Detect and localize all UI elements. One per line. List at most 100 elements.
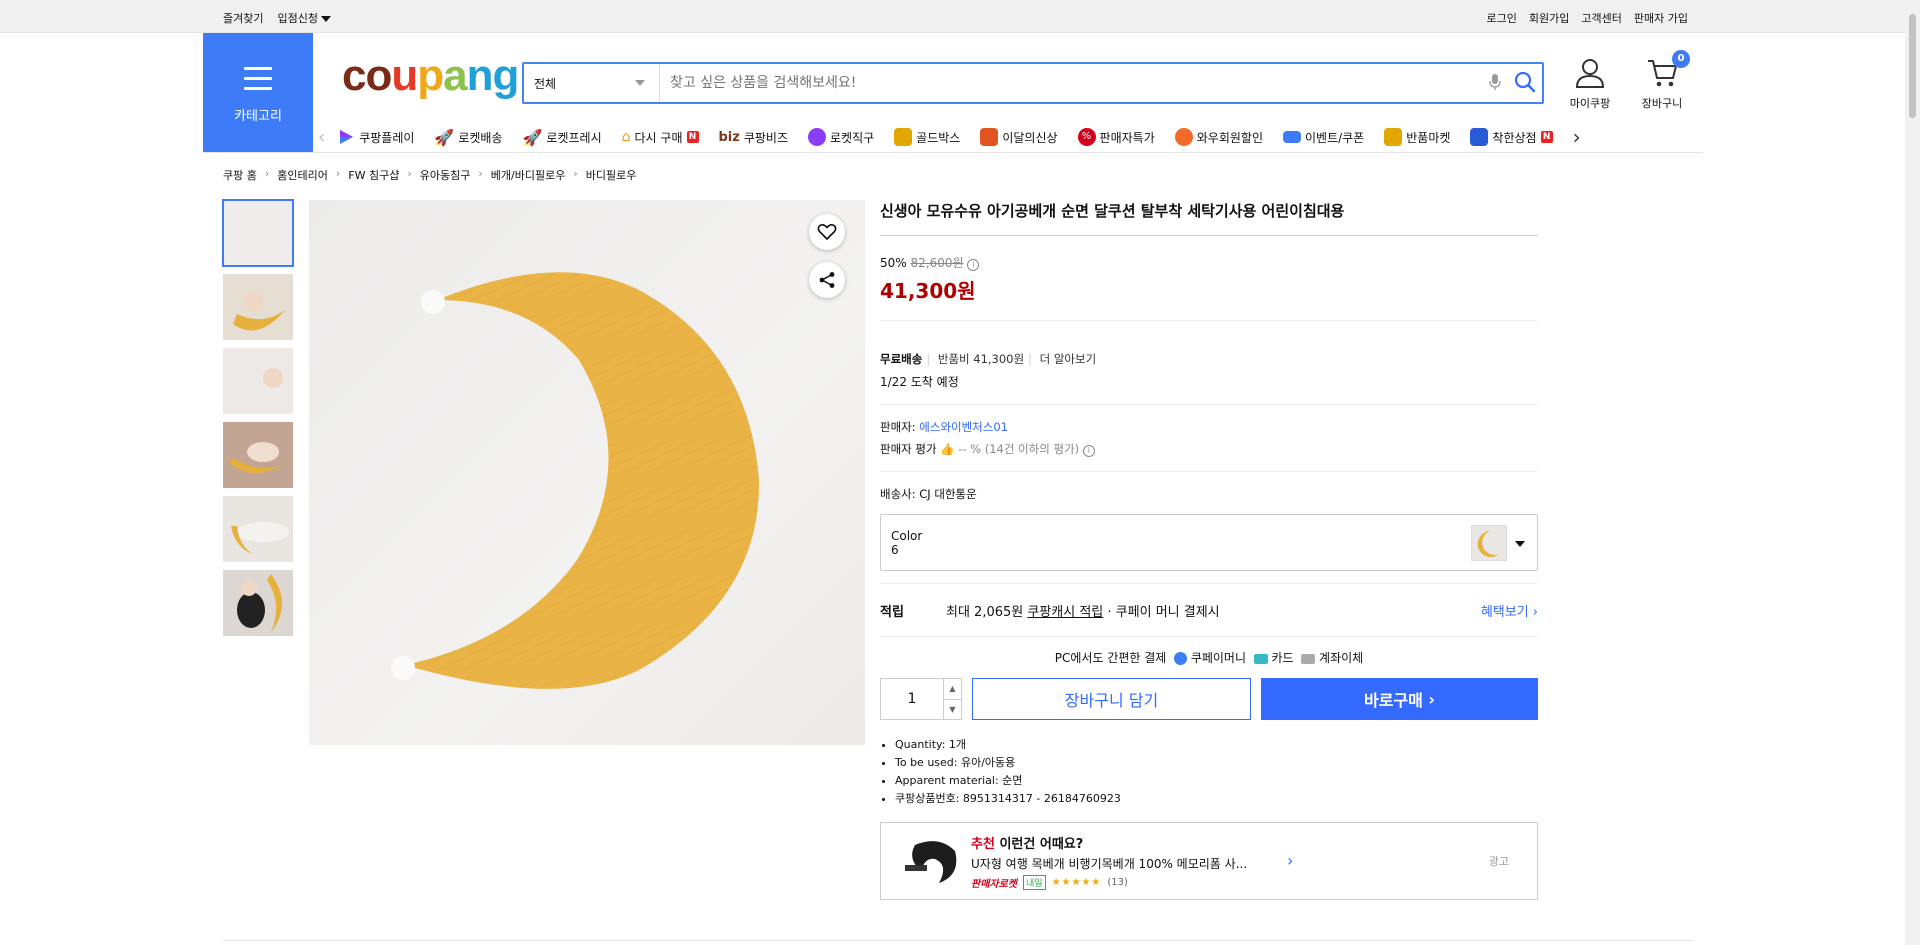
moon-pillow-image	[391, 272, 760, 689]
buy-actions: 1 ▲ ▼ 장바구니 담기 바로구매 ›	[880, 678, 1538, 720]
favorites-link[interactable]: 즐겨찾기	[223, 10, 263, 26]
partner-apply-link[interactable]: 입점신청	[277, 10, 331, 26]
payment-methods: PC에서도 간편한 결제 쿠페이머니 카드 계좌이체	[880, 649, 1538, 666]
pay-method: 쿠페이머니	[1190, 651, 1247, 665]
nav-label: 착한상점	[1492, 130, 1537, 145]
share-button[interactable]	[809, 262, 845, 298]
arrival-date: 1/22 도착 예정	[880, 375, 959, 389]
free-shipping-label: 무료배송	[880, 352, 923, 366]
search-category-select[interactable]: 전체	[524, 64, 660, 102]
search-input[interactable]	[660, 64, 1482, 102]
percent-icon: %	[1077, 128, 1096, 146]
signup-link[interactable]: 회원가입	[1529, 10, 1569, 26]
category-label: 카테고리	[234, 109, 282, 124]
buy-now-button[interactable]: 바로구매 ›	[1261, 678, 1538, 720]
learn-more-link[interactable]: 더 알아보기	[1040, 352, 1097, 366]
nav-item-return-market[interactable]: 반품마켓	[1384, 128, 1450, 146]
nav-next-icon[interactable]: ›	[1573, 125, 1581, 149]
nav-item-coupang-play[interactable]: 쿠팡플레이	[337, 128, 414, 146]
breadcrumb-item[interactable]: 쿠팡 홈	[223, 167, 257, 183]
thumbnail-5[interactable]	[223, 496, 293, 562]
coupang-logo[interactable]: coupang	[342, 54, 519, 98]
option-label: Color	[891, 529, 923, 543]
nav-prev-icon[interactable]: ‹	[318, 127, 325, 148]
attribute-list: Quantity: 1개 To be used: 유아/아동용 Apparent…	[880, 736, 1538, 808]
option-value: 6	[891, 543, 899, 557]
color-option-select[interactable]: Color 6	[880, 514, 1538, 571]
cart-button[interactable]: 0 장바구니	[1632, 50, 1692, 111]
nav-item-seller-deals[interactable]: % 판매자특가	[1077, 128, 1155, 146]
nav-item-goldbox[interactable]: 골드박스	[894, 128, 960, 146]
nav-label: 반품마켓	[1406, 130, 1451, 145]
breadcrumb-item[interactable]: FW 침구샵	[348, 167, 399, 183]
nav-label: 이벤트/쿠폰	[1305, 130, 1365, 145]
new-badge: N	[1540, 131, 1553, 143]
breadcrumb-item[interactable]: 바디필로우	[586, 167, 637, 183]
main-product-image[interactable]	[309, 200, 865, 745]
breadcrumb-item[interactable]: 유아동침구	[420, 167, 471, 183]
reward-row: 적립 최대 2,065원 쿠팡캐시 적립 · 쿠페이 머니 결제시 혜택보기 ›	[880, 583, 1538, 637]
nav-item-rocket-fresh[interactable]: 🚀 로켓프레시	[523, 128, 602, 147]
login-link[interactable]: 로그인	[1487, 10, 1517, 26]
pay-method: 카드	[1271, 651, 1294, 665]
thumbnail-2[interactable]	[223, 274, 293, 340]
nav-item-new-arrivals[interactable]: 이달의신상	[980, 128, 1058, 146]
quantity-up-icon[interactable]: ▲	[944, 679, 961, 700]
attribute-item: 쿠팡상품번호: 8951314317 - 26184760923	[895, 790, 1538, 808]
mypage-label: 마이쿠팡	[1569, 97, 1611, 110]
customer-center-link[interactable]: 고객센터	[1581, 10, 1621, 26]
attribute-item: Apparent material: 순면	[895, 772, 1538, 790]
chevron-right-icon[interactable]: ›	[1287, 851, 1293, 870]
heart-icon	[817, 224, 837, 240]
search-icon[interactable]	[1508, 71, 1542, 96]
scrollbar[interactable]	[1905, 0, 1920, 945]
recommendation-card[interactable]: 추천 이런건 어때요? U자형 여행 목베개 비행기목베개 100% 메모리폼 …	[880, 822, 1538, 900]
quantity-down-icon[interactable]: ▼	[944, 700, 961, 720]
nav-label: 다시 구매	[634, 130, 683, 145]
nav-label: 로켓직구	[830, 130, 875, 145]
cart-label: 장바구니	[1641, 97, 1683, 110]
carrier-label: 배송사:	[880, 487, 916, 501]
seller-link[interactable]: 에스와이벤처스01	[919, 420, 1008, 434]
add-to-cart-button[interactable]: 장바구니 담기	[972, 678, 1251, 720]
favorite-button[interactable]	[809, 214, 845, 250]
nav-item-events[interactable]: 이벤트/쿠폰	[1283, 129, 1364, 146]
shipping-section: 무료배송 | 반품비 41,300원 | 더 알아보기 1/22 도착 예정	[880, 321, 1538, 405]
recommend-title-rest: 이런건 어때요?	[994, 837, 1084, 852]
breadcrumb-item[interactable]: 베개/바디필로우	[491, 167, 566, 183]
thumbnail-3[interactable]	[223, 348, 293, 414]
info-icon[interactable]: i	[967, 259, 980, 271]
thumbnail-6[interactable]	[223, 570, 293, 636]
nav-item-good-store[interactable]: 착한상점 N	[1470, 128, 1553, 146]
category-button[interactable]: 카테고리	[203, 33, 313, 153]
product-title: 신생아 모유수유 아기공베개 순면 달쿠션 탈부착 세탁기사용 어린이침대용	[880, 200, 1538, 236]
recommend-meta: 판매자로켓 내일 ★★★★★ (13)	[971, 875, 1128, 890]
seller-signup-link[interactable]: 판매자 가입	[1634, 10, 1688, 26]
coupang-cash-link[interactable]: 쿠팡캐시 적립	[1027, 601, 1103, 620]
info-icon[interactable]: i	[1082, 445, 1095, 457]
return-fee: 반품비 41,300원	[937, 352, 1025, 366]
search-category-value: 전체	[534, 76, 557, 91]
benefits-link[interactable]: 혜택보기 ›	[1481, 601, 1538, 620]
nav-item-wow-discount[interactable]: 와우회원할인	[1174, 128, 1263, 146]
microphone-icon[interactable]	[1482, 73, 1508, 94]
quantity-input[interactable]: 1	[881, 679, 943, 719]
nav-label: 와우회원할인	[1196, 130, 1263, 145]
mypage-button[interactable]: 마이쿠팡	[1560, 58, 1620, 111]
breadcrumb-item[interactable]: 홈인테리어	[277, 167, 328, 183]
nav-item-rocket-delivery[interactable]: 🚀 로켓배송	[434, 128, 502, 147]
scrollbar-thumb[interactable]	[1909, 14, 1916, 118]
thumbnail-4[interactable]	[223, 422, 293, 488]
seller-rocket-label: 판매자로켓	[971, 879, 1017, 890]
nav-label: 판매자특가	[1099, 130, 1155, 145]
nav-item-rocket-global[interactable]: 로켓직구	[808, 128, 874, 146]
thumbnail-1[interactable]	[222, 199, 294, 267]
store-icon	[1470, 128, 1489, 146]
nav-item-rebuy[interactable]: ⌂ 다시 구매 N	[622, 129, 699, 146]
thumbs-up-icon: 👍	[940, 442, 955, 456]
card-icon	[1253, 653, 1268, 664]
carrier-row: 배송사: CJ 대한통운	[880, 472, 1538, 514]
nav-item-coupang-biz[interactable]: biz 쿠팡비즈	[719, 129, 789, 146]
chevron-right-icon: ›	[335, 167, 341, 180]
chevron-right-icon: ›	[407, 167, 412, 180]
